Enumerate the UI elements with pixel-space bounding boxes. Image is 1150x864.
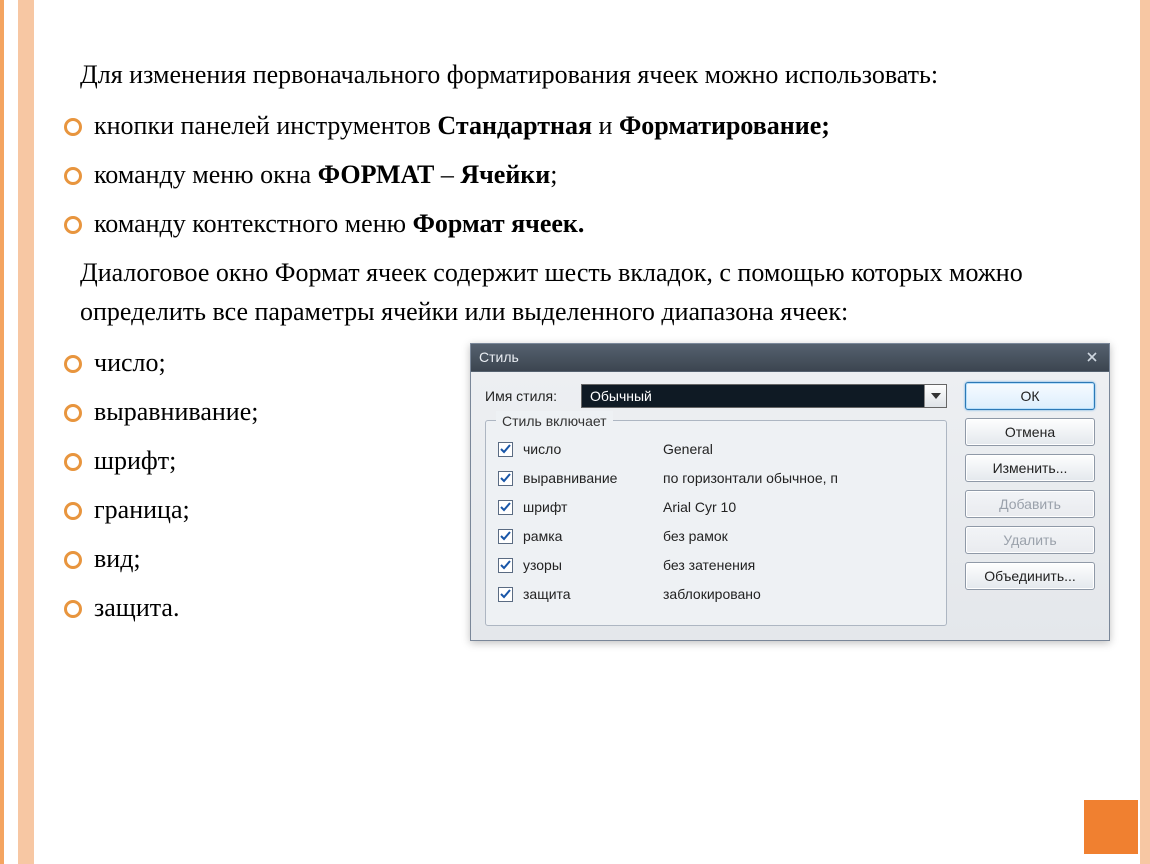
- chevron-down-icon[interactable]: [924, 385, 946, 407]
- merge-button[interactable]: Объединить...: [965, 562, 1095, 590]
- bullet-text-bold: Формат ячеек.: [413, 209, 585, 238]
- slide-border-right: [1140, 0, 1150, 864]
- bullet-text-bold: Стандартная: [437, 111, 592, 140]
- close-icon[interactable]: [1083, 349, 1101, 367]
- style-name-label: Имя стиля:: [485, 386, 571, 407]
- option-name: рамка: [523, 526, 653, 547]
- intro-text: Для изменения первоначального форматиров…: [80, 55, 1110, 94]
- bullet-list-top: кнопки панелей инструментов Стандартная …: [60, 106, 1110, 243]
- bullet-text-mid: –: [434, 160, 460, 189]
- checkbox[interactable]: [498, 471, 513, 486]
- slide-border-gap: [4, 0, 18, 864]
- bullet-text-bold: ФОРМАТ: [318, 160, 435, 189]
- bullet-text-post: ;: [550, 160, 557, 189]
- slide-corner-accent: [1084, 800, 1138, 854]
- option-row: выравнивание по горизонтали обычное, п: [498, 468, 934, 489]
- option-value: Arial Cyr 10: [663, 497, 736, 518]
- option-value: заблокировано: [663, 584, 761, 605]
- bullet-text: число;: [94, 348, 166, 377]
- option-name: защита: [523, 584, 653, 605]
- slide-content: Для изменения первоначального форматиров…: [60, 55, 1110, 643]
- checkbox[interactable]: [498, 500, 513, 515]
- option-name: число: [523, 439, 653, 460]
- dialog-body: ОК Отмена Изменить... Добавить Удалить О…: [471, 372, 1109, 640]
- add-button: Добавить: [965, 490, 1095, 518]
- bullet-item: защита.: [60, 588, 320, 627]
- slide-border-left-inner: [18, 0, 34, 864]
- option-value: без рамок: [663, 526, 728, 547]
- bullet-item: команду меню окна ФОРМАТ – Ячейки;: [60, 155, 1110, 194]
- bullet-item: кнопки панелей инструментов Стандартная …: [60, 106, 1110, 145]
- bullet-text-pre: команду контекстного меню: [94, 209, 413, 238]
- slide: Для изменения первоначального форматиров…: [0, 0, 1150, 864]
- option-row: узоры без затенения: [498, 555, 934, 576]
- style-name-row: Имя стиля: Обычный: [485, 384, 947, 408]
- dialog-main-area: Имя стиля: Обычный Стиль включает: [485, 384, 947, 626]
- option-name: выравнивание: [523, 468, 653, 489]
- bullet-list-bottom: число; выравнивание; шрифт; граница; вид…: [60, 343, 320, 637]
- ok-button[interactable]: ОК: [965, 382, 1095, 410]
- option-row: число General: [498, 439, 934, 460]
- option-row: шрифт Arial Cyr 10: [498, 497, 934, 518]
- bullet-item: выравнивание;: [60, 392, 320, 431]
- dialog-titlebar[interactable]: Стиль: [471, 344, 1109, 372]
- checkbox[interactable]: [498, 558, 513, 573]
- bullet-text-mid: и: [592, 111, 619, 140]
- checkbox[interactable]: [498, 587, 513, 602]
- delete-button: Удалить: [965, 526, 1095, 554]
- bullet-text: защита.: [94, 593, 179, 622]
- bullet-text-bold: Ячейки: [460, 160, 550, 189]
- bullet-text: вид;: [94, 544, 141, 573]
- option-name: шрифт: [523, 497, 653, 518]
- lower-row: число; выравнивание; шрифт; граница; вид…: [60, 343, 1110, 643]
- option-value: по горизонтали обычное, п: [663, 468, 838, 489]
- option-value: General: [663, 439, 713, 460]
- option-row: рамка без рамок: [498, 526, 934, 547]
- option-row: защита заблокировано: [498, 584, 934, 605]
- dialog-button-column: ОК Отмена Изменить... Добавить Удалить О…: [965, 382, 1095, 590]
- bullet-item: число;: [60, 343, 320, 382]
- style-dialog: Стиль ОК Отмена Изменить... Добавить Уда…: [470, 343, 1110, 641]
- group-title: Стиль включает: [496, 411, 613, 432]
- style-name-combo[interactable]: Обычный: [581, 384, 947, 408]
- checkbox[interactable]: [498, 529, 513, 544]
- modify-button[interactable]: Изменить...: [965, 454, 1095, 482]
- bullet-text-bold: Форматирование;: [619, 111, 830, 140]
- bullet-text: граница;: [94, 495, 190, 524]
- outro-text: Диалоговое окно Формат ячеек содержит ше…: [80, 253, 1110, 331]
- bullet-item: граница;: [60, 490, 320, 529]
- bullet-item: команду контекстного меню Формат ячеек.: [60, 204, 1110, 243]
- cancel-button[interactable]: Отмена: [965, 418, 1095, 446]
- checkbox[interactable]: [498, 442, 513, 457]
- bullet-item: шрифт;: [60, 441, 320, 480]
- bullet-text-pre: кнопки панелей инструментов: [94, 111, 437, 140]
- dialog-title: Стиль: [479, 347, 519, 368]
- option-value: без затенения: [663, 555, 755, 576]
- style-includes-group: Стиль включает число General выравнивани…: [485, 420, 947, 626]
- style-name-value[interactable]: Обычный: [582, 385, 924, 407]
- bullet-text-pre: команду меню окна: [94, 160, 318, 189]
- option-name: узоры: [523, 555, 653, 576]
- bullet-text: шрифт;: [94, 446, 176, 475]
- bullet-text: выравнивание;: [94, 397, 258, 426]
- bullet-item: вид;: [60, 539, 320, 578]
